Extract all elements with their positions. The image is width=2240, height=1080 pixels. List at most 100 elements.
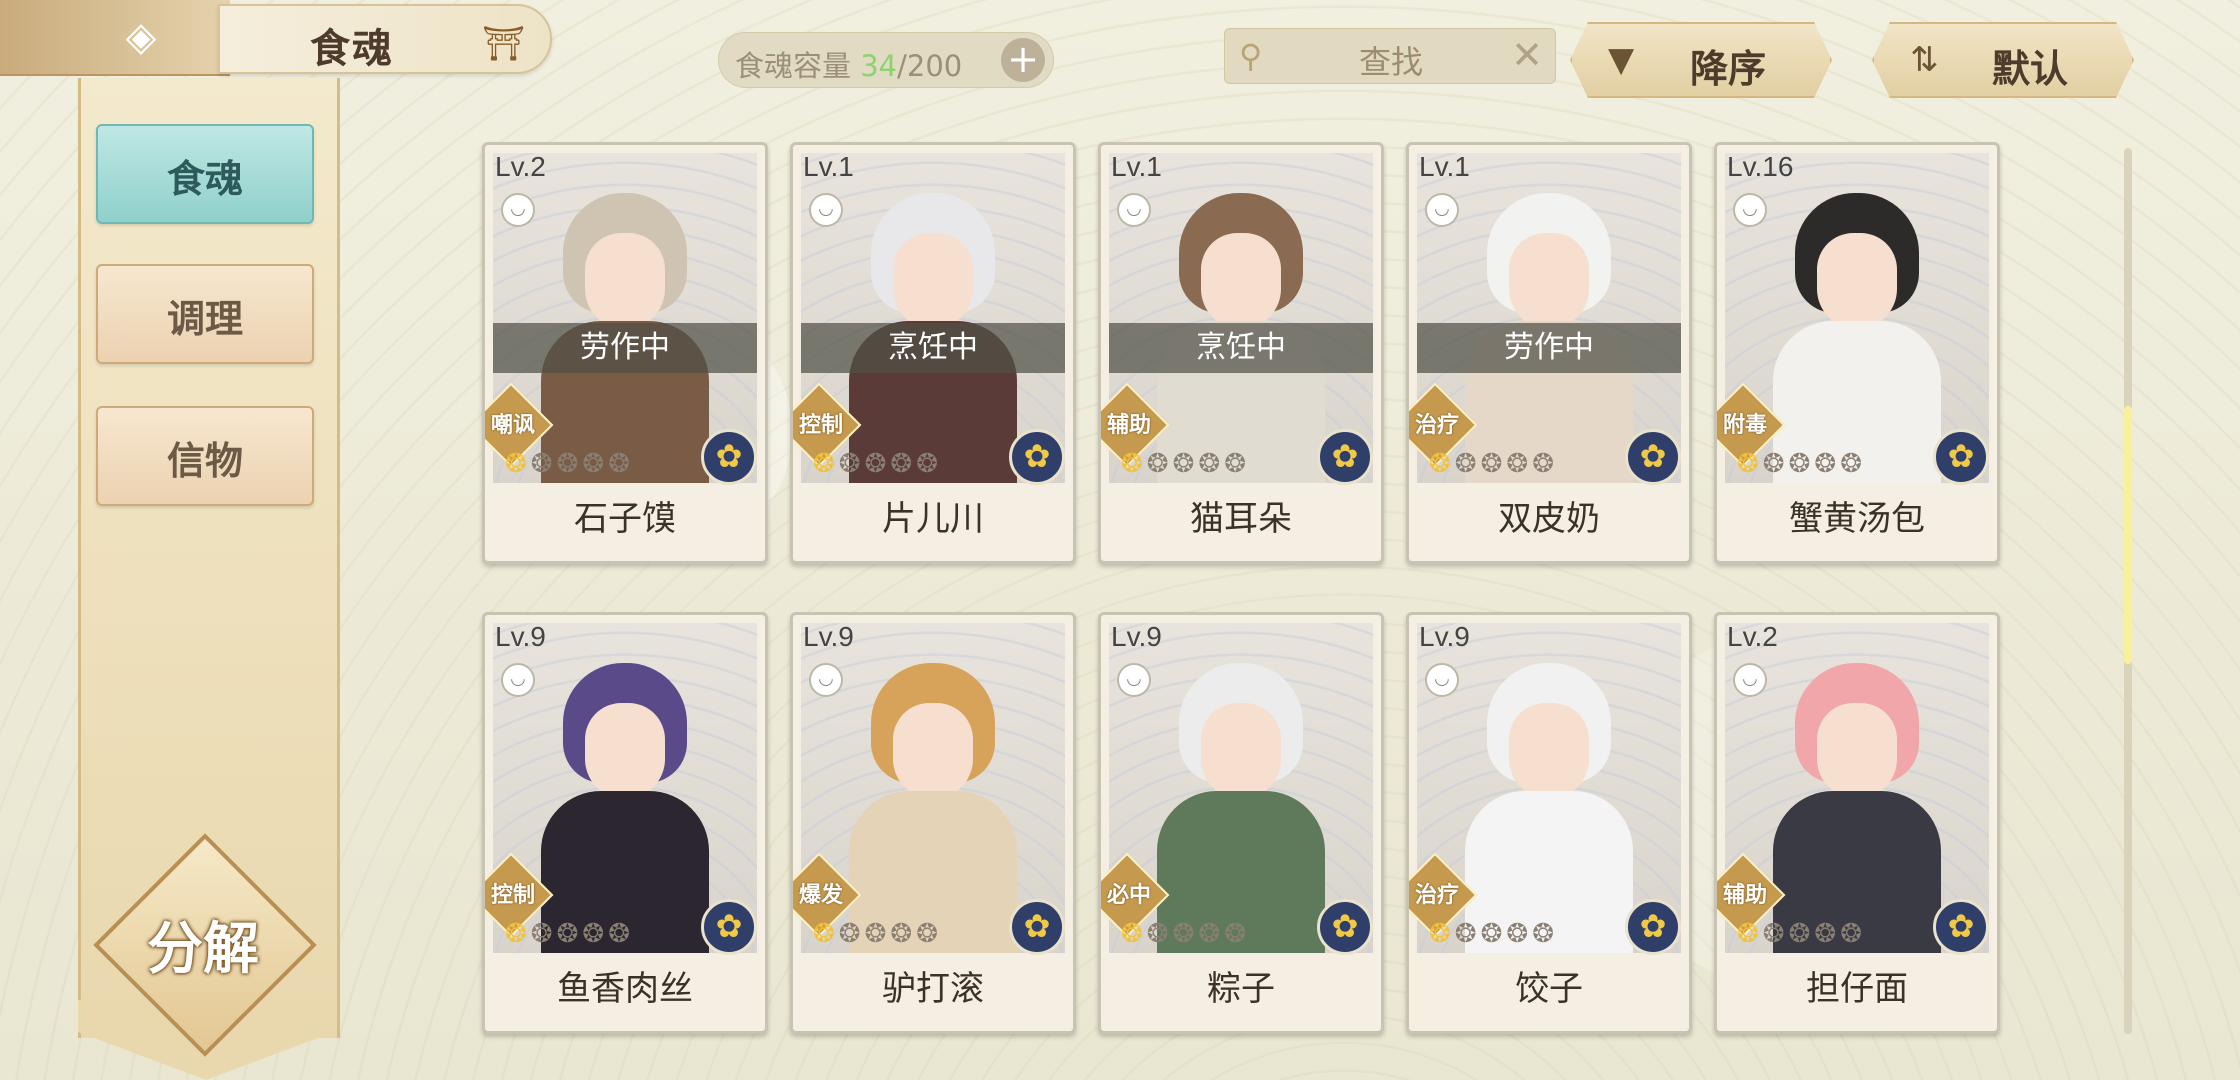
food-soul-card[interactable]: Lv.16 ◡ 附毒 ❂❂❂❂❂ ✿ 蟹黄汤包 <box>1714 142 2000 564</box>
pavilion-icon: ⛩ <box>482 24 526 64</box>
status-banner: 劳作中 <box>1417 323 1681 373</box>
star-rating: ❂❂❂❂❂ <box>1737 449 1866 479</box>
sort-order-label: 降序 <box>1690 47 1767 91</box>
food-soul-card[interactable]: Lv.1 ◡ 烹饪中 控制 ❂❂❂❂❂ ✿ 片儿川 <box>790 142 1076 564</box>
page-title: 食魂 <box>310 26 394 72</box>
clear-search-button[interactable]: ✕ <box>1511 33 1543 77</box>
star-rating: ❂❂❂❂❂ <box>813 449 942 479</box>
role-label: 必中 <box>1106 883 1151 908</box>
level-label: Lv.9 <box>1111 621 1162 652</box>
status-banner: 烹饪中 <box>801 323 1065 373</box>
food-soul-name: 粽子 <box>1207 969 1275 1009</box>
tab-label: 信物 <box>166 439 243 483</box>
bowl-icon: ◡ <box>1117 193 1151 227</box>
level-label: Lv.1 <box>803 151 854 182</box>
level-label: Lv.9 <box>495 621 546 652</box>
star-rating: ❂❂❂❂❂ <box>505 449 634 479</box>
bowl-icon: ◡ <box>1425 663 1459 697</box>
search-icon: ⚲ <box>1239 37 1263 75</box>
food-soul-name: 双皮奶 <box>1498 499 1600 539</box>
star-rating: ❂❂❂❂❂ <box>813 919 942 949</box>
element-flower-icon: ✿ <box>1625 429 1681 485</box>
food-soul-name: 猫耳朵 <box>1190 499 1292 539</box>
role-label: 治疗 <box>1414 413 1459 438</box>
level-label: Lv.9 <box>1419 621 1470 652</box>
capacity-label: 食魂容量 <box>735 49 861 83</box>
status-banner: 烹饪中 <box>1109 323 1373 373</box>
sort-default-label: 默认 <box>1992 47 2069 91</box>
food-soul-card[interactable]: Lv.1 ◡ 烹饪中 辅助 ❂❂❂❂❂ ✿ 猫耳朵 <box>1098 142 1384 564</box>
element-flower-icon: ✿ <box>1625 899 1681 955</box>
element-flower-icon: ✿ <box>1933 899 1989 955</box>
add-capacity-button[interactable]: + <box>1001 38 1045 82</box>
top-bar: ◈ 食魂 ⛩ <box>0 0 560 76</box>
capacity-indicator: 食魂容量 34/200 + <box>718 32 1054 88</box>
food-soul-name: 片儿川 <box>882 499 984 539</box>
food-soul-name: 驴打滚 <box>882 969 984 1009</box>
element-flower-icon: ✿ <box>1317 429 1373 485</box>
element-flower-icon: ✿ <box>701 429 757 485</box>
bowl-icon: ◡ <box>1733 193 1767 227</box>
status-banner: 劳作中 <box>493 323 757 373</box>
element-flower-icon: ✿ <box>1317 899 1373 955</box>
bowl-icon: ◡ <box>1117 663 1151 697</box>
bowl-icon: ◡ <box>1425 193 1459 227</box>
element-flower-icon: ✿ <box>1933 429 1989 485</box>
element-flower-icon: ✿ <box>1009 429 1065 485</box>
food-soul-card[interactable]: Lv.2 ◡ 劳作中 嘲讽 ❂❂❂❂❂ ✿ 石子馍 <box>482 142 768 564</box>
food-soul-name: 担仔面 <box>1806 969 1908 1009</box>
element-flower-icon: ✿ <box>701 899 757 955</box>
tab-tokens[interactable]: 信物 <box>96 406 314 506</box>
scrollbar[interactable] <box>2124 148 2132 1034</box>
triangle-down-icon: ▼ <box>1608 40 1635 80</box>
bowl-icon: ◡ <box>501 663 535 697</box>
food-soul-card[interactable]: Lv.1 ◡ 劳作中 治疗 ❂❂❂❂❂ ✿ 双皮奶 <box>1406 142 1692 564</box>
back-arrow-icon: ◈ <box>125 14 157 60</box>
tab-label: 食魂 <box>166 157 243 201</box>
title-box: 食魂 ⛩ <box>218 4 552 74</box>
element-flower-icon: ✿ <box>1009 899 1065 955</box>
capacity-current: 34 <box>860 49 898 83</box>
level-label: Lv.9 <box>803 621 854 652</box>
tab-label: 调理 <box>166 297 243 341</box>
scrollbar-thumb[interactable] <box>2124 406 2132 664</box>
tab-food-souls[interactable]: 食魂 <box>96 124 314 224</box>
sort-order-button[interactable]: ▼ 降序 <box>1570 22 1832 98</box>
bowl-icon: ◡ <box>809 663 843 697</box>
level-label: Lv.2 <box>1727 621 1778 652</box>
role-label: 附毒 <box>1722 413 1767 438</box>
level-label: Lv.1 <box>1111 151 1162 182</box>
decompose-label: 分解 <box>147 916 259 982</box>
sort-default-button[interactable]: ⇅ 默认 <box>1872 22 2134 98</box>
level-label: Lv.2 <box>495 151 546 182</box>
level-label: Lv.1 <box>1419 151 1470 182</box>
search-placeholder: 查找 <box>1359 43 1424 81</box>
food-soul-card[interactable]: Lv.2 ◡ 辅助 ❂❂❂❂❂ ✿ 担仔面 <box>1714 612 2000 1034</box>
food-soul-card[interactable]: Lv.9 ◡ 必中 ❂❂❂❂❂ ✿ 粽子 <box>1098 612 1384 1034</box>
capacity-max: /200 <box>897 49 963 83</box>
food-soul-name: 饺子 <box>1515 969 1583 1009</box>
role-label: 治疗 <box>1414 883 1459 908</box>
food-soul-card[interactable]: Lv.9 ◡ 治疗 ❂❂❂❂❂ ✿ 饺子 <box>1406 612 1692 1034</box>
role-label: 辅助 <box>1106 413 1151 438</box>
star-rating: ❂❂❂❂❂ <box>1429 449 1558 479</box>
level-label: Lv.16 <box>1727 151 1794 182</box>
role-label: 嘲讽 <box>490 413 535 438</box>
star-rating: ❂❂❂❂❂ <box>1429 919 1558 949</box>
star-rating: ❂❂❂❂❂ <box>1737 919 1866 949</box>
food-soul-name: 石子馍 <box>574 499 676 539</box>
star-rating: ❂❂❂❂❂ <box>1121 449 1250 479</box>
role-label: 控制 <box>798 413 843 438</box>
food-soul-card[interactable]: Lv.9 ◡ 控制 ❂❂❂❂❂ ✿ 鱼香肉丝 <box>482 612 768 1034</box>
bowl-icon: ◡ <box>1733 663 1767 697</box>
tab-conditioning[interactable]: 调理 <box>96 264 314 364</box>
sort-arrows-icon: ⇅ <box>1910 40 1939 80</box>
search-box[interactable]: ⚲ 查找 ✕ <box>1224 28 1556 84</box>
bowl-icon: ◡ <box>809 193 843 227</box>
bowl-icon: ◡ <box>501 193 535 227</box>
food-soul-name: 蟹黄汤包 <box>1789 499 1925 539</box>
back-button[interactable]: ◈ <box>0 0 230 76</box>
food-soul-card[interactable]: Lv.9 ◡ 爆发 ❂❂❂❂❂ ✿ 驴打滚 <box>790 612 1076 1034</box>
role-label: 辅助 <box>1722 883 1767 908</box>
role-label: 爆发 <box>798 883 843 908</box>
